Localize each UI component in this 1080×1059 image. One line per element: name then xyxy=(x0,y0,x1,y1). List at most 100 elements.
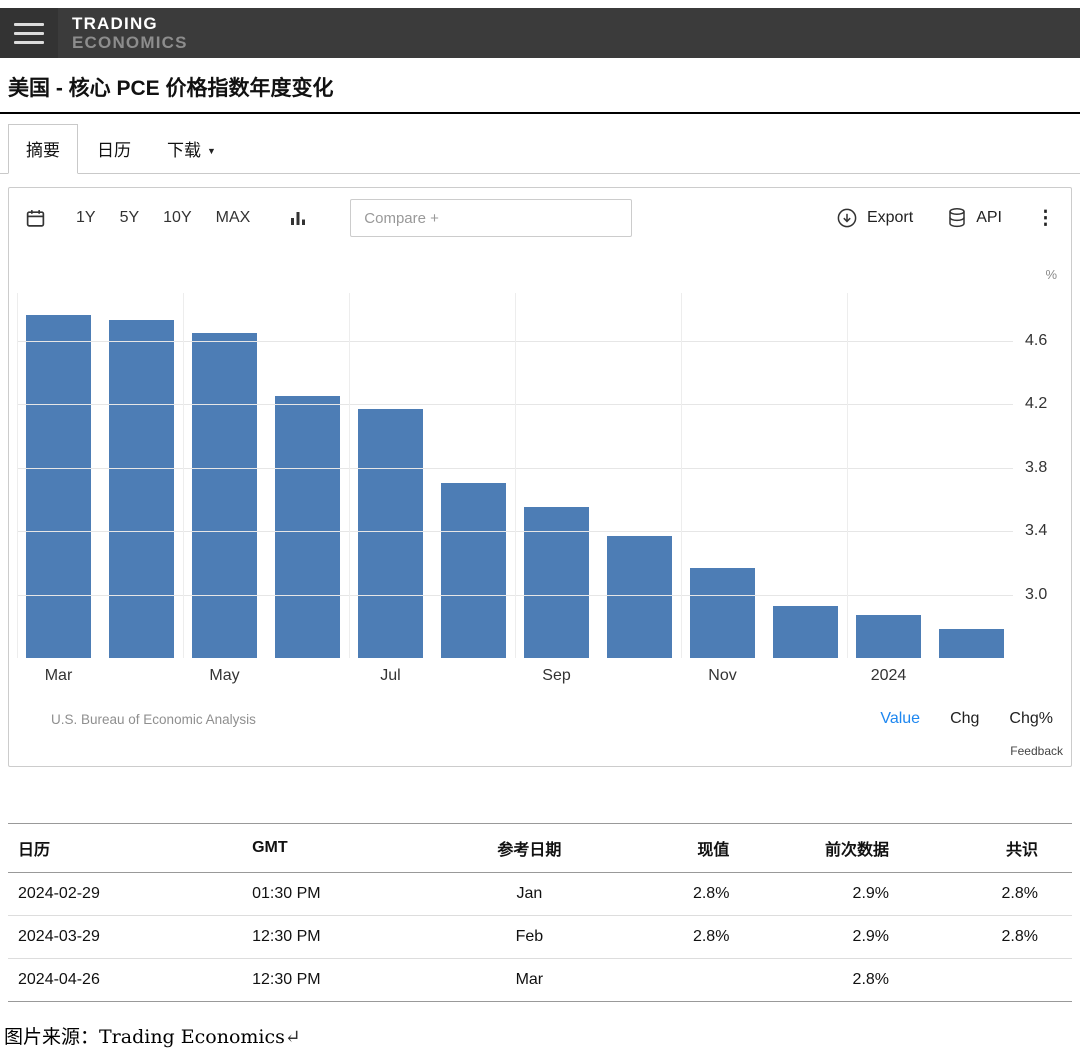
chart-bar[interactable] xyxy=(441,483,506,658)
y-axis-tick-label: 4.6 xyxy=(1025,332,1047,350)
cloud-download-icon xyxy=(836,207,858,229)
cell-reference: Feb xyxy=(444,916,614,959)
cell-actual xyxy=(614,959,763,1002)
app-header: TRADING ECONOMICS xyxy=(0,8,1080,58)
col-header-previous: 前次数据 xyxy=(763,824,923,873)
chg-percent-series-link[interactable]: Chg% xyxy=(1009,710,1053,728)
cell-consensus: 2.8% xyxy=(923,873,1072,916)
col-header-consensus: 共识 xyxy=(923,824,1072,873)
x-axis-label: Mar xyxy=(17,667,100,685)
export-label: Export xyxy=(867,209,913,227)
calendar-table: 日历 GMT 参考日期 现值 前次数据 共识 2024-02-29 01:30 … xyxy=(8,823,1072,1002)
x-axis-label: 2024 xyxy=(847,667,930,685)
tab-bar: 摘要 日历 下载▼ xyxy=(0,114,1080,174)
image-source-caption: 图片来源：Trading Economics↵ xyxy=(0,1002,1080,1059)
chart-bar[interactable] xyxy=(358,409,423,658)
caret-down-icon: ▼ xyxy=(207,146,216,156)
table-row: 2024-04-26 12:30 PM Mar 2.8% xyxy=(8,959,1072,1002)
series-toggle-links: Value Chg Chg% xyxy=(880,710,1059,728)
chart-panel: 1Y 5Y 10Y MAX Export xyxy=(8,187,1072,767)
y-axis-tick-label: 4.2 xyxy=(1025,395,1047,413)
cell-gmt: 01:30 PM xyxy=(242,873,444,916)
chart-bar[interactable] xyxy=(192,333,257,658)
page-title: 美国 - 核心 PCE 价格指数年度变化 xyxy=(0,58,1080,114)
x-axis-label: May xyxy=(183,667,266,685)
table-row: 2024-03-29 12:30 PM Feb 2.8% 2.9% 2.8% xyxy=(8,916,1072,959)
cell-consensus xyxy=(923,959,1072,1002)
chart-bar[interactable] xyxy=(690,568,755,658)
x-axis-label: Sep xyxy=(515,667,598,685)
tab-summary[interactable]: 摘要 xyxy=(8,124,78,174)
kebab-icon: ⋮ xyxy=(1036,207,1055,230)
trading-economics-logo[interactable]: TRADING ECONOMICS xyxy=(72,14,188,52)
more-options-button[interactable]: ⋮ xyxy=(1036,207,1055,230)
chart-footer: U.S. Bureau of Economic Analysis Value C… xyxy=(9,694,1071,730)
cell-actual: 2.8% xyxy=(614,873,763,916)
range-1y-button[interactable]: 1Y xyxy=(76,209,96,227)
col-header-reference: 参考日期 xyxy=(444,824,614,873)
table-row: 2024-02-29 01:30 PM Jan 2.8% 2.9% 2.8% xyxy=(8,873,1072,916)
cell-date: 2024-04-26 xyxy=(8,959,242,1002)
cell-gmt: 12:30 PM xyxy=(242,916,444,959)
bar-chart-icon xyxy=(288,208,308,228)
export-button[interactable]: Export xyxy=(836,207,913,229)
database-icon xyxy=(947,207,967,229)
chart-bar[interactable] xyxy=(607,536,672,658)
chart-bar[interactable] xyxy=(109,320,174,658)
toolbar-right: Export API ⋮ xyxy=(836,207,1055,230)
tab-calendar[interactable]: 日历 xyxy=(80,125,148,173)
gridline xyxy=(681,293,682,658)
chg-series-link[interactable]: Chg xyxy=(950,710,979,728)
cell-reference: Jan xyxy=(444,873,614,916)
chart-toolbar: 1Y 5Y 10Y MAX Export xyxy=(9,188,1071,247)
range-max-button[interactable]: MAX xyxy=(216,209,251,227)
brand-line2: ECONOMICS xyxy=(72,33,188,52)
tab-download[interactable]: 下载▼ xyxy=(150,125,233,173)
y-axis: % 4.64.23.83.43.0 xyxy=(1013,293,1071,694)
cell-date: 2024-02-29 xyxy=(8,873,242,916)
x-axis-label: Jul xyxy=(349,667,432,685)
col-header-actual: 现值 xyxy=(614,824,763,873)
cell-previous: 2.8% xyxy=(763,959,923,1002)
range-10y-button[interactable]: 10Y xyxy=(163,209,191,227)
range-buttons: 1Y 5Y 10Y MAX xyxy=(76,209,250,227)
chart-bar[interactable] xyxy=(275,396,340,658)
cell-actual: 2.8% xyxy=(614,916,763,959)
y-axis-tick-label: 3.8 xyxy=(1025,459,1047,477)
hamburger-menu-button[interactable] xyxy=(0,8,58,58)
chart-bar[interactable] xyxy=(856,615,921,658)
cell-previous: 2.9% xyxy=(763,916,923,959)
chart-area: MarMayJulSepNov2024 % 4.64.23.83.43.0 xyxy=(9,247,1071,694)
col-header-calendar: 日历 xyxy=(8,824,242,873)
range-5y-button[interactable]: 5Y xyxy=(120,209,140,227)
value-series-link[interactable]: Value xyxy=(880,710,920,728)
chart-plot xyxy=(17,293,1013,658)
cell-gmt: 12:30 PM xyxy=(242,959,444,1002)
chart-bar[interactable] xyxy=(26,315,91,658)
chart-bar[interactable] xyxy=(939,629,1004,658)
api-button[interactable]: API xyxy=(947,207,1002,229)
x-axis: Mar May Jul Sep Nov 2024 xyxy=(17,658,1013,694)
gridline xyxy=(183,293,184,658)
y-axis-tick-label: 3.0 xyxy=(1025,586,1047,604)
chart-bar[interactable] xyxy=(524,507,589,658)
gridline xyxy=(349,293,350,658)
gridline xyxy=(17,293,18,658)
chart-type-button[interactable] xyxy=(288,208,308,228)
table-header-row: 日历 GMT 参考日期 现值 前次数据 共识 xyxy=(8,824,1072,873)
data-source-label: U.S. Bureau of Economic Analysis xyxy=(21,712,256,727)
cell-reference: Mar xyxy=(444,959,614,1002)
calendar-range-button[interactable] xyxy=(25,208,46,229)
compare-input[interactable] xyxy=(350,199,632,237)
feedback-link[interactable]: Feedback xyxy=(9,730,1071,766)
calendar-icon xyxy=(25,208,46,229)
cell-date: 2024-03-29 xyxy=(8,916,242,959)
brand-line1: TRADING xyxy=(72,14,188,33)
chart-bar[interactable] xyxy=(773,606,838,658)
return-mark-icon: ↵ xyxy=(285,1026,301,1048)
cell-previous: 2.9% xyxy=(763,873,923,916)
y-axis-tick-label: 3.4 xyxy=(1025,522,1047,540)
x-axis-label: Nov xyxy=(681,667,764,685)
gridline xyxy=(847,293,848,658)
col-header-gmt: GMT xyxy=(242,824,444,873)
